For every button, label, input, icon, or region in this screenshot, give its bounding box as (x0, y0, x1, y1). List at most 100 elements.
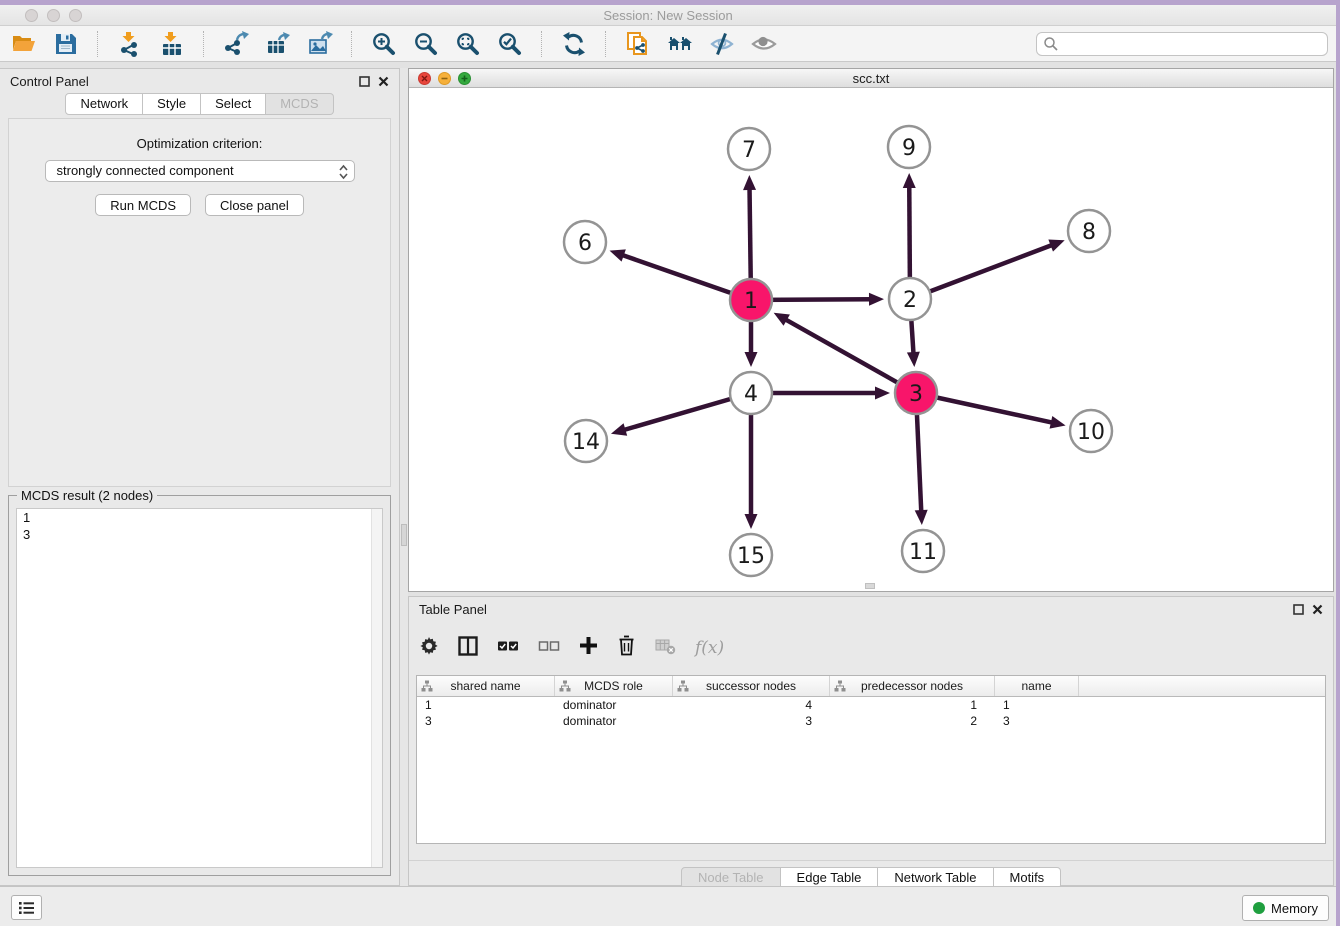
zoom-fit-icon[interactable] (454, 30, 481, 57)
search-icon (1043, 36, 1059, 57)
cell-mcds-role[interactable]: dominator (555, 697, 673, 713)
network-window-title: scc.txt (409, 69, 1333, 88)
export-network-icon[interactable] (222, 30, 249, 57)
column-header-shared-name[interactable]: shared name (417, 676, 555, 696)
zoom-in-icon[interactable] (370, 30, 397, 57)
node-table: shared name MCDS role successor nodes pr… (416, 675, 1326, 844)
result-scrollbar[interactable] (371, 509, 382, 867)
toolbar-separator (97, 31, 98, 57)
column-header-name[interactable]: name (995, 676, 1079, 696)
delete-table-icon[interactable] (655, 637, 676, 660)
window-title: Session: New Session (0, 5, 1336, 26)
export-image-icon[interactable] (306, 30, 333, 57)
import-network-icon[interactable] (116, 30, 143, 57)
network-minimize-button[interactable] (438, 72, 451, 90)
graph-edge-arrowhead (869, 293, 884, 306)
optimization-criterion-select[interactable]: strongly connected component (45, 160, 355, 182)
hierarchy-icon (421, 680, 433, 695)
cell-name[interactable]: 3 (995, 713, 1079, 729)
tab-mcds[interactable]: MCDS (266, 93, 333, 115)
cell-shared-name[interactable]: 1 (417, 697, 555, 713)
delete-column-trash-icon[interactable] (617, 635, 636, 661)
cell-predecessor-nodes[interactable]: 1 (830, 697, 995, 713)
function-builder-icon[interactable]: f(x) (695, 638, 724, 658)
graph-node-label: 10 (1077, 420, 1105, 445)
graph-node-label: 1 (744, 289, 758, 314)
table-settings-gear-icon[interactable] (419, 636, 439, 661)
table-panel-title: Table Panel (419, 602, 487, 617)
cell-predecessor-nodes[interactable]: 2 (830, 713, 995, 729)
status-bar: Memory (0, 886, 1336, 926)
table-panel: Table Panel f(x) (408, 596, 1334, 886)
graph-edge-arrowhead (745, 352, 758, 367)
toolbar-separator (605, 31, 606, 57)
mcds-result-line: 3 (17, 526, 382, 543)
unselect-all-icon[interactable] (538, 638, 560, 659)
toolbar-separator (541, 31, 542, 57)
table-panel-divider (409, 860, 1333, 861)
show-all-icon[interactable] (750, 30, 777, 57)
graph-node-label: 3 (909, 382, 923, 407)
import-table-icon[interactable] (158, 30, 185, 57)
table-row[interactable]: 3 dominator 3 2 3 (417, 713, 1325, 729)
float-table-panel-icon[interactable] (1293, 602, 1304, 620)
search-input[interactable] (1036, 32, 1328, 56)
app-window: Session: New Session (0, 5, 1336, 926)
network-zoom-button[interactable] (458, 72, 471, 90)
cell-mcds-role[interactable]: dominator (555, 713, 673, 729)
duplicate-network-icon[interactable] (624, 30, 651, 57)
mcds-result-list[interactable]: 1 3 (16, 508, 383, 868)
close-table-panel-icon[interactable] (1312, 602, 1323, 620)
hide-selected-icon[interactable] (708, 30, 735, 57)
column-header-successor-nodes[interactable]: successor nodes (673, 676, 830, 696)
graph-edge-arrowhead (915, 510, 928, 525)
refresh-view-icon[interactable] (560, 30, 587, 57)
graph-node-label: 4 (744, 382, 758, 407)
mcds-panel: Optimization criterion: strongly connect… (8, 118, 391, 487)
graph-edge-arrowhead (611, 423, 627, 435)
close-panel-icon[interactable] (378, 74, 389, 92)
tab-style[interactable]: Style (143, 93, 201, 115)
cell-successor-nodes[interactable]: 3 (673, 713, 830, 729)
graph-node-label: 6 (578, 231, 592, 256)
zoom-selected-icon[interactable] (496, 30, 523, 57)
tab-network[interactable]: Network (65, 93, 143, 115)
open-session-icon[interactable] (10, 30, 37, 57)
first-neighbors-icon[interactable] (666, 30, 693, 57)
network-graph[interactable]: 7968124314101511 (409, 89, 1333, 591)
tab-select[interactable]: Select (201, 93, 266, 115)
graph-edge-3-1[interactable] (784, 319, 916, 393)
close-panel-button[interactable]: Close panel (205, 194, 304, 216)
toolbar-separator (351, 31, 352, 57)
column-header-mcds-role[interactable]: MCDS role (555, 676, 673, 696)
zoom-out-icon[interactable] (412, 30, 439, 57)
column-header-predecessor-nodes[interactable]: predecessor nodes (830, 676, 995, 696)
memory-button[interactable]: Memory (1242, 895, 1329, 921)
float-panel-icon[interactable] (359, 74, 370, 92)
horizontal-splitter-grip[interactable] (865, 583, 875, 589)
run-mcds-button[interactable]: Run MCDS (95, 194, 191, 216)
splitter-grip[interactable] (401, 524, 407, 546)
cell-shared-name[interactable]: 3 (417, 713, 555, 729)
select-all-icon[interactable] (497, 638, 519, 659)
save-session-icon[interactable] (52, 30, 79, 57)
show-columns-icon[interactable] (458, 636, 478, 661)
cell-successor-nodes[interactable]: 4 (673, 697, 830, 713)
graph-node-label: 2 (903, 288, 917, 313)
close-window-button[interactable] (25, 9, 38, 22)
control-panel-header: Control Panel (0, 69, 399, 93)
optimization-criterion-value: strongly connected component (57, 163, 234, 178)
export-table-icon[interactable] (264, 30, 291, 57)
memory-status-dot (1253, 902, 1265, 914)
graph-edge-2-8[interactable] (910, 244, 1053, 299)
add-column-icon[interactable] (579, 636, 598, 660)
task-history-button[interactable] (11, 895, 42, 920)
table-row[interactable]: 1 dominator 4 1 1 (417, 697, 1325, 713)
maximize-window-button[interactable] (69, 9, 82, 22)
memory-label: Memory (1271, 901, 1318, 916)
vertical-splitter[interactable] (400, 68, 408, 886)
minimize-window-button[interactable] (47, 9, 60, 22)
cell-name[interactable]: 1 (995, 697, 1079, 713)
network-close-button[interactable] (418, 72, 431, 90)
graph-edge-arrowhead (903, 173, 916, 188)
